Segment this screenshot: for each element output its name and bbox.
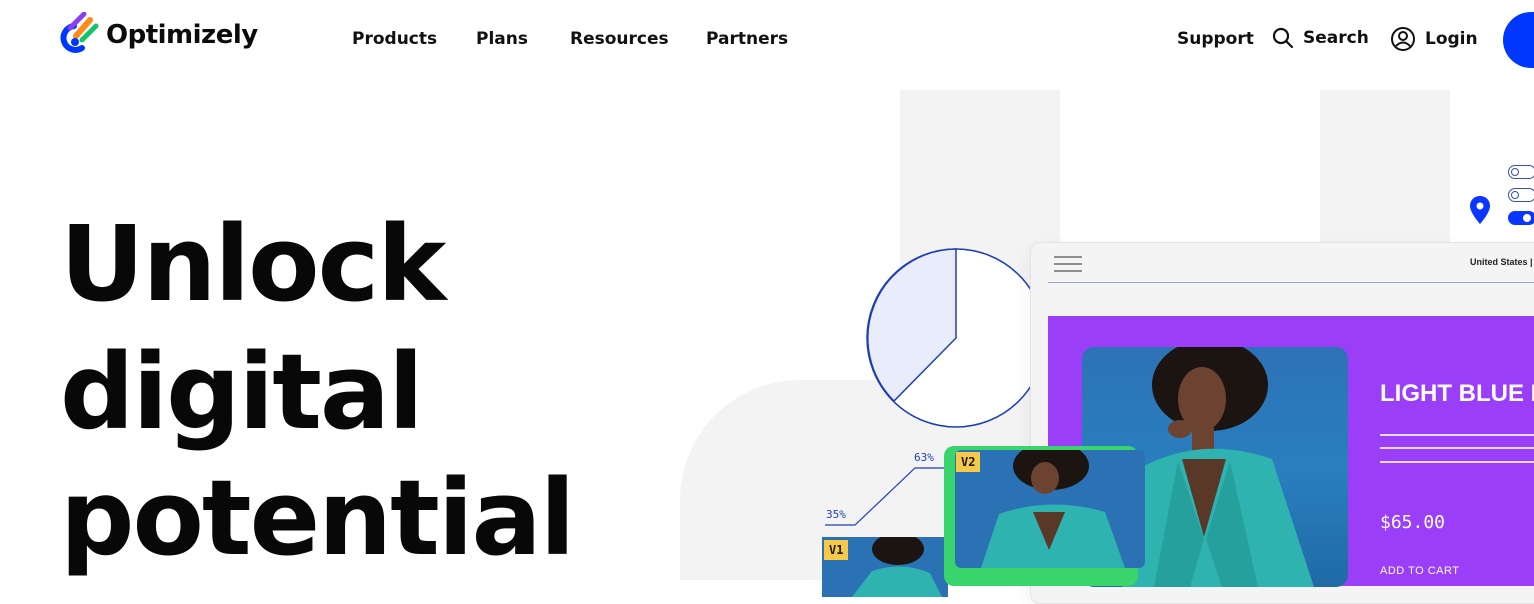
nav-products[interactable]: Products (352, 29, 437, 49)
stat-high-label: 63% (914, 451, 934, 464)
country-selector: United States | (1470, 257, 1533, 267)
hero-title-line-1: Unlock (60, 203, 446, 325)
toggle-switch-3[interactable] (1508, 211, 1534, 225)
login-button[interactable]: Login (1390, 26, 1478, 52)
variant-1-badge: V1 (824, 540, 849, 560)
description-line-1 (1380, 434, 1534, 436)
brand-logo[interactable]: Optimizely (60, 11, 258, 59)
hero-title-line-2: digital (60, 331, 424, 453)
stat-low-label: 35% (826, 508, 846, 521)
site-header: Optimizely Products Plans Resources Part… (0, 0, 1534, 80)
description-line-2 (1380, 447, 1534, 449)
brand-name: Optimizely (106, 20, 258, 50)
login-label: Login (1425, 29, 1478, 49)
nav-resources[interactable]: Resources (570, 29, 669, 49)
toggle-switch-2[interactable] (1508, 188, 1534, 202)
hero-title-line-3: potential (60, 457, 575, 579)
toggle-switch-1[interactable] (1508, 165, 1534, 179)
hamburger-menu-icon (1054, 256, 1082, 272)
location-pin-icon (1470, 196, 1490, 224)
product-title: LIGHT BLUE B (1380, 380, 1534, 407)
variant-2-badge: V2 (956, 452, 981, 472)
description-line-3 (1380, 461, 1534, 463)
pie-chart-illustration (866, 248, 1046, 428)
variant-2-illustration (981, 450, 1125, 568)
add-to-cart-button[interactable]: ADD TO CART (1380, 565, 1459, 577)
nav-partners[interactable]: Partners (706, 29, 788, 49)
search-button[interactable]: Search (1272, 27, 1369, 49)
search-icon (1272, 27, 1294, 49)
background-arc-right (1320, 90, 1450, 250)
user-icon (1391, 27, 1415, 51)
search-label: Search (1303, 28, 1369, 48)
support-link[interactable]: Support (1177, 29, 1254, 49)
nav-plans[interactable]: Plans (476, 29, 528, 49)
product-price: $65.00 (1380, 512, 1446, 533)
mockup-header-divider (1048, 282, 1534, 283)
optimizely-logo-icon (60, 12, 99, 53)
cta-button[interactable] (1503, 12, 1534, 68)
variant-2-image (955, 450, 1145, 568)
